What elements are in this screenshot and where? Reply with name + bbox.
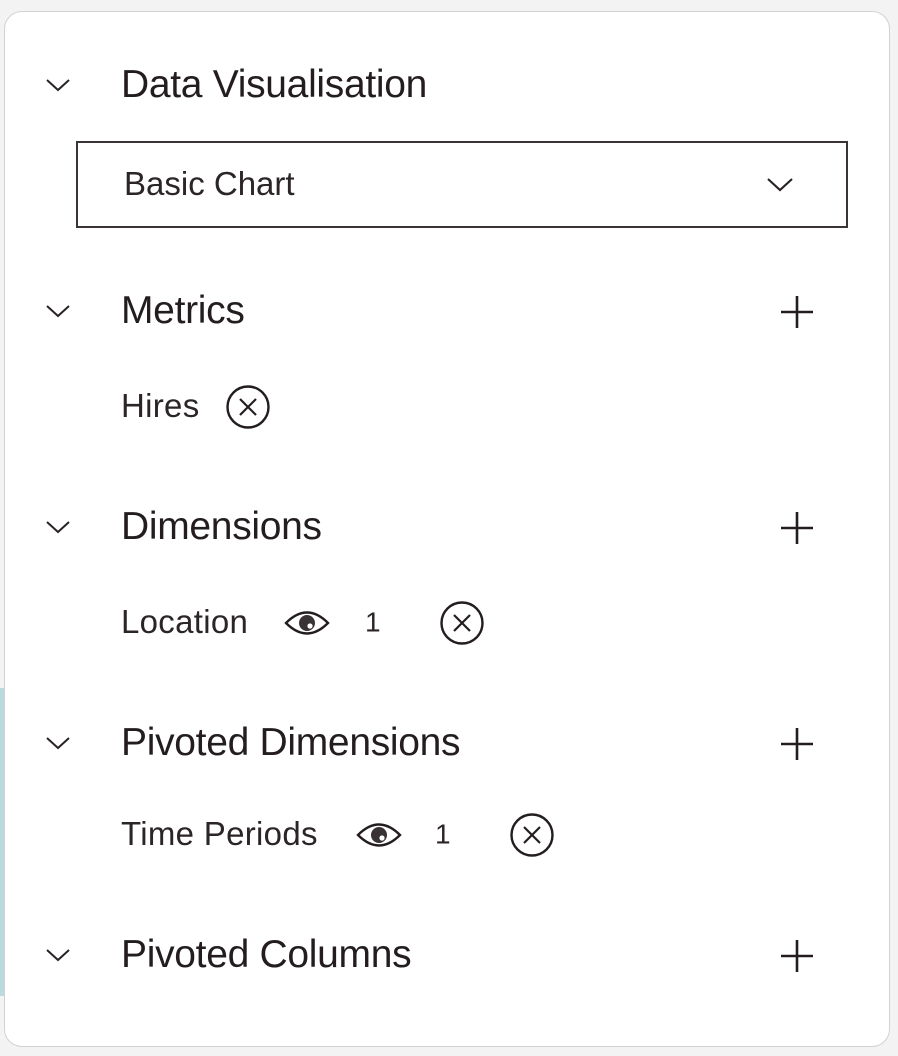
section-header-metrics[interactable]: Metrics bbox=[5, 282, 889, 342]
plus-icon[interactable] bbox=[779, 938, 815, 974]
list-item-metric: Hires bbox=[121, 382, 821, 432]
sort-order-count: 1 bbox=[365, 606, 381, 638]
chevron-down-icon[interactable] bbox=[45, 519, 71, 535]
chevron-down-icon[interactable] bbox=[45, 77, 71, 93]
section-title: Data Visualisation bbox=[121, 63, 428, 107]
select-value: Basic Chart bbox=[124, 164, 295, 202]
item-label: Hires bbox=[121, 387, 200, 425]
section-header-data-visualisation[interactable]: Data Visualisation bbox=[5, 56, 889, 116]
chevron-down-icon[interactable] bbox=[45, 947, 71, 963]
chevron-down-icon[interactable] bbox=[45, 303, 71, 319]
section-header-dimensions[interactable]: Dimensions bbox=[5, 498, 889, 558]
close-circle-icon[interactable] bbox=[225, 384, 271, 430]
visualisation-type-select[interactable]: Basic Chart bbox=[76, 141, 848, 228]
list-item-dimension: Location 1 bbox=[121, 598, 821, 648]
item-label: Location bbox=[121, 603, 249, 641]
section-title: Pivoted Dimensions bbox=[121, 721, 461, 765]
section-title: Pivoted Columns bbox=[121, 933, 412, 977]
chevron-down-icon bbox=[767, 177, 793, 191]
close-circle-icon[interactable] bbox=[509, 812, 555, 858]
list-item-pivoted-dimension: Time Periods 1 bbox=[121, 810, 821, 860]
eye-icon[interactable] bbox=[356, 820, 402, 850]
section-header-pivoted-columns[interactable]: Pivoted Columns bbox=[5, 926, 889, 986]
sort-order-count: 1 bbox=[435, 818, 451, 850]
close-circle-icon[interactable] bbox=[439, 600, 485, 646]
chevron-down-icon[interactable] bbox=[45, 735, 71, 751]
item-label: Time Periods bbox=[121, 815, 318, 853]
chart-config-panel: Data Visualisation Basic Chart Metrics H… bbox=[4, 11, 890, 1047]
section-header-pivoted-dimensions[interactable]: Pivoted Dimensions bbox=[5, 714, 889, 774]
section-title: Metrics bbox=[121, 289, 245, 333]
plus-icon[interactable] bbox=[779, 726, 815, 762]
eye-icon[interactable] bbox=[284, 608, 330, 638]
plus-icon[interactable] bbox=[779, 294, 815, 330]
section-title: Dimensions bbox=[121, 505, 322, 549]
plus-icon[interactable] bbox=[779, 510, 815, 546]
